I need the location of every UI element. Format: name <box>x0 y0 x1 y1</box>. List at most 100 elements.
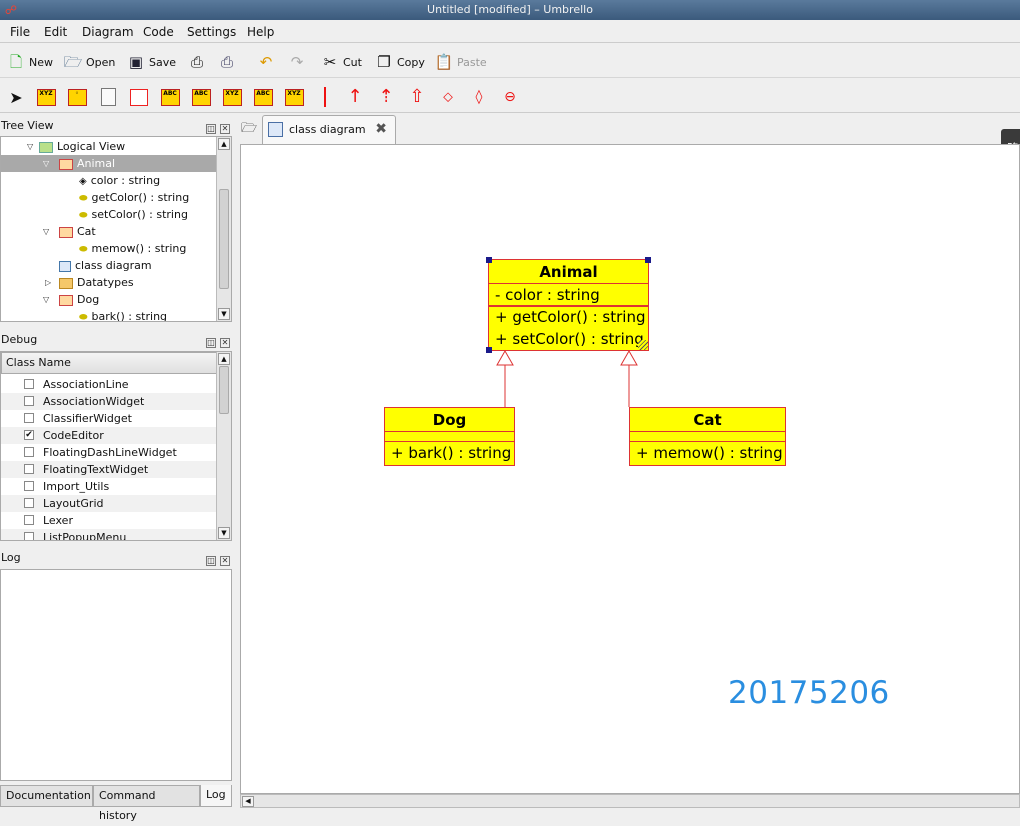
canvas-horizontal-scrollbar[interactable]: ◀ <box>240 794 1020 808</box>
debug-scrollbar[interactable]: ▲ ▼ <box>216 352 231 540</box>
tree-item-logical-view[interactable]: ▽ Logical View <box>1 138 216 155</box>
scroll-up-icon[interactable]: ▲ <box>218 353 230 365</box>
object-tool[interactable]: XYZ <box>283 86 305 108</box>
checkbox[interactable] <box>24 515 34 525</box>
float-dock-icon[interactable]: ◫ <box>206 338 216 348</box>
float-dock-icon[interactable]: ◫ <box>206 556 216 566</box>
new-button[interactable]: 🗋 New <box>6 51 53 73</box>
debug-item[interactable]: ListPopupMenu <box>1 529 217 540</box>
datatype-tool[interactable]: ABC <box>159 86 181 108</box>
tab-log[interactable]: Log <box>200 785 232 807</box>
resize-handle[interactable] <box>486 347 492 353</box>
checkbox-checked[interactable]: ✔ <box>24 430 34 440</box>
association-tool[interactable] <box>314 86 336 108</box>
resize-grip-icon[interactable] <box>638 340 648 350</box>
checkbox[interactable] <box>24 481 34 491</box>
copy-button[interactable]: ❐ Copy <box>374 51 425 73</box>
tab-documentation[interactable]: Documentation <box>0 785 93 807</box>
checkbox[interactable] <box>24 464 34 474</box>
print-preview-button[interactable]: ⎙ <box>217 51 240 73</box>
box-tool[interactable] <box>128 86 150 108</box>
tree-item-animal[interactable]: ▽ Animal <box>1 155 216 172</box>
debug-item[interactable]: ClassifierWidget <box>1 410 217 427</box>
tree-item-operation[interactable]: ⬬ memow() : string <box>1 240 216 257</box>
tree-item-operation[interactable]: ⬬ getColor() : string <box>1 189 216 206</box>
menu-diagram[interactable]: Diagram <box>82 25 134 39</box>
checkbox[interactable] <box>24 532 34 540</box>
tree-item-datatypes[interactable]: ▷ Datatypes <box>1 274 216 291</box>
column-header[interactable]: Class Name <box>1 352 217 374</box>
close-dock-icon[interactable]: ✕ <box>220 338 230 348</box>
debug-item[interactable]: FloatingDashLineWidget <box>1 444 217 461</box>
menu-settings[interactable]: Settings <box>187 25 236 39</box>
open-button[interactable]: 🗁 Open <box>63 51 116 73</box>
generalization-tool[interactable]: ⇧ <box>406 86 428 108</box>
checkbox[interactable] <box>24 379 34 389</box>
save-button[interactable]: ▣ Save <box>126 51 176 73</box>
close-dock-icon[interactable]: ✕ <box>220 556 230 566</box>
note-tool[interactable] <box>97 86 119 108</box>
tree-scrollbar[interactable]: ▲ ▼ <box>216 137 231 321</box>
resize-handle[interactable] <box>486 257 492 263</box>
float-dock-icon[interactable]: ◫ <box>206 124 216 134</box>
scroll-down-icon[interactable]: ▼ <box>218 527 230 539</box>
close-dock-icon[interactable]: ✕ <box>220 124 230 134</box>
scroll-up-icon[interactable]: ▲ <box>218 138 230 150</box>
expanded-arrow-icon[interactable]: ▽ <box>43 223 49 240</box>
checkbox[interactable] <box>24 498 34 508</box>
debug-item[interactable]: Lexer <box>1 512 217 529</box>
debug-item[interactable]: AssociationLine <box>1 376 217 393</box>
package-tool[interactable]: XYZ <box>221 86 243 108</box>
expanded-arrow-icon[interactable]: ▽ <box>43 291 49 308</box>
cat-generalization-arrow[interactable] <box>620 349 638 366</box>
enum-tool[interactable]: ABC <box>190 86 212 108</box>
checkbox[interactable] <box>24 396 34 406</box>
menu-edit[interactable]: Edit <box>44 25 67 39</box>
menu-help[interactable]: Help <box>247 25 274 39</box>
paste-button[interactable]: 📋 Paste <box>434 51 487 73</box>
debug-item[interactable]: FloatingTextWidget <box>1 461 217 478</box>
tree-item-dog[interactable]: ▽ Dog <box>1 291 216 308</box>
tree-item-class-diagram[interactable]: class diagram <box>1 257 216 274</box>
tab-class-diagram[interactable]: class diagram ✖ <box>262 115 396 144</box>
scroll-thumb[interactable] <box>219 366 229 414</box>
checkbox[interactable] <box>24 447 34 457</box>
debug-item[interactable]: AssociationWidget <box>1 393 217 410</box>
dependency-tool[interactable]: ⇡ <box>375 86 397 108</box>
aggregation-tool[interactable]: ⬦ <box>437 86 459 108</box>
tree-item-operation[interactable]: ⬬ setColor() : string <box>1 206 216 223</box>
containment-tool[interactable]: ⊖ <box>499 86 521 108</box>
select-tool[interactable]: ➤ <box>5 86 27 108</box>
class-tool[interactable]: XYZ <box>35 86 57 108</box>
log-panel[interactable] <box>0 569 232 781</box>
tab-command-history[interactable]: Command history <box>93 785 200 822</box>
class-dog[interactable]: Dog + bark() : string <box>384 407 515 466</box>
tree-item-attribute[interactable]: ◈ color : string <box>1 172 216 189</box>
menu-code[interactable]: Code <box>143 25 174 39</box>
diagram-canvas[interactable]: Animal - color : string + getColor() : s… <box>240 144 1020 794</box>
debug-item[interactable]: Import_Utils <box>1 478 217 495</box>
expanded-arrow-icon[interactable]: ▽ <box>27 138 33 155</box>
umbrello-app-icon[interactable]: ☍ <box>3 2 19 18</box>
scroll-down-icon[interactable]: ▼ <box>218 308 230 320</box>
new-diagram-dropdown[interactable]: 🗁▾ <box>238 119 260 156</box>
collapsed-arrow-icon[interactable]: ▷ <box>45 274 51 291</box>
component-tool[interactable]: ABC <box>252 86 274 108</box>
directional-association-tool[interactable]: ↑ <box>344 86 366 108</box>
resize-handle[interactable] <box>645 257 651 263</box>
cut-button[interactable]: ✂ Cut <box>320 51 362 73</box>
menu-file[interactable]: File <box>10 25 30 39</box>
close-tab-icon[interactable]: ✖ <box>375 116 387 143</box>
scroll-left-icon[interactable]: ◀ <box>242 796 254 807</box>
scroll-thumb[interactable] <box>219 189 229 289</box>
dog-generalization-arrow[interactable] <box>496 349 514 366</box>
debug-item[interactable]: ✔ CodeEditor <box>1 427 217 444</box>
composition-tool[interactable]: ◊ <box>468 86 490 108</box>
print-button[interactable]: ⎙ <box>187 51 210 73</box>
tree-item-operation[interactable]: ⬬ bark() : string <box>1 308 216 321</box>
class-cat[interactable]: Cat + memow() : string <box>629 407 786 466</box>
class-animal[interactable]: Animal - color : string + getColor() : s… <box>486 257 651 353</box>
interface-tool[interactable]: ◦ <box>66 86 88 108</box>
redo-button[interactable]: ↷ <box>287 51 310 73</box>
expanded-arrow-icon[interactable]: ▽ <box>43 155 49 172</box>
